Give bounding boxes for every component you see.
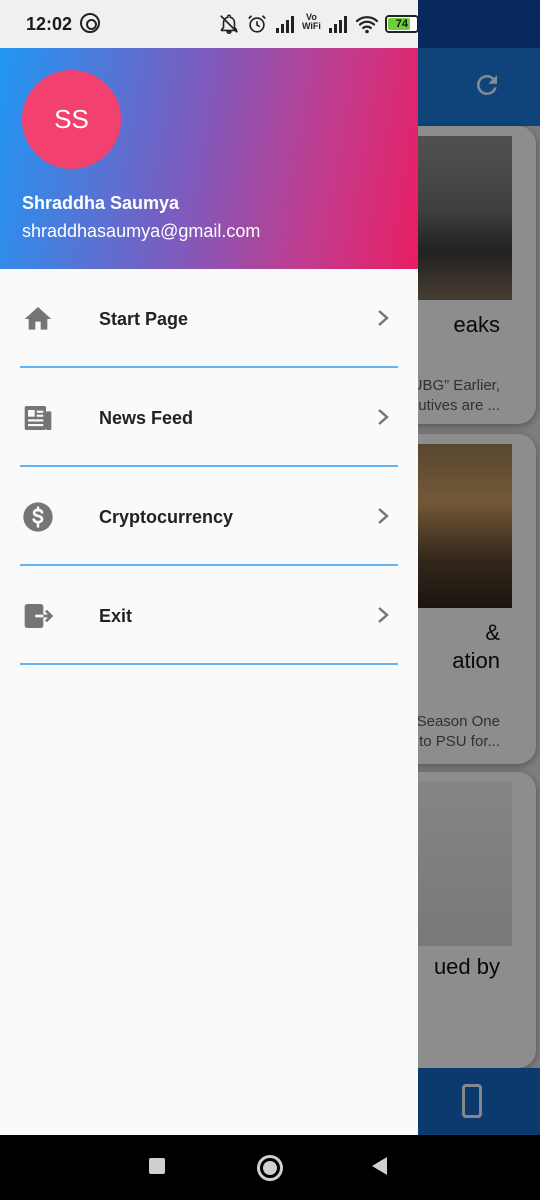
navigation-drawer: 12:02 Vo WiFi 74 SS Shraddha Saumya shra… bbox=[0, 0, 418, 1135]
menu-item-exit[interactable]: Exit bbox=[0, 566, 418, 665]
alarm-icon bbox=[248, 15, 266, 33]
system-nav-bar bbox=[0, 1135, 540, 1200]
drawer-menu: Start Page News Feed Cryptocurrency Exit bbox=[0, 269, 418, 665]
newspaper-icon bbox=[24, 406, 52, 430]
dollar-circle-icon bbox=[23, 502, 53, 532]
vowifi-icon: Vo WiFi bbox=[302, 13, 321, 35]
user-email: shraddhasaumya@gmail.com bbox=[22, 221, 261, 241]
vowifi-label-bottom: WiFi bbox=[302, 21, 321, 31]
home-icon bbox=[24, 307, 52, 330]
status-time: 12:02 bbox=[26, 14, 73, 34]
menu-item-label: Exit bbox=[99, 606, 133, 626]
battery-icon: 74 bbox=[384, 15, 418, 33]
avatar[interactable]: SS bbox=[22, 70, 121, 169]
home-button[interactable] bbox=[257, 1155, 283, 1181]
wifi-icon bbox=[355, 16, 379, 34]
recents-button[interactable] bbox=[149, 1158, 165, 1174]
back-button[interactable] bbox=[372, 1157, 387, 1175]
menu-item-label: Start Page bbox=[99, 309, 189, 329]
battery-level: 74 bbox=[395, 18, 409, 30]
bell-off-icon bbox=[220, 14, 238, 34]
menu-item-news-feed[interactable]: News Feed bbox=[0, 368, 418, 467]
signal-icon bbox=[328, 16, 347, 33]
user-name: Shraddha Saumya bbox=[22, 193, 180, 213]
menu-divider bbox=[20, 663, 398, 665]
chevron-right-icon bbox=[378, 310, 389, 326]
menu-item-start-page[interactable]: Start Page bbox=[0, 269, 418, 368]
menu-item-label: News Feed bbox=[99, 408, 194, 428]
chevron-right-icon bbox=[378, 607, 389, 623]
exit-icon bbox=[24, 604, 54, 628]
menu-item-cryptocurrency[interactable]: Cryptocurrency bbox=[0, 467, 418, 566]
drawer-header: SS Shraddha Saumya shraddhasaumya@gmail.… bbox=[0, 48, 418, 269]
sync-icon bbox=[80, 13, 100, 33]
status-bar: 12:02 Vo WiFi 74 bbox=[0, 0, 418, 48]
status-icons: Vo WiFi 74 bbox=[218, 12, 418, 36]
signal-icon bbox=[276, 16, 294, 33]
menu-item-label: Cryptocurrency bbox=[99, 507, 234, 527]
chevron-right-icon bbox=[378, 409, 389, 425]
chevron-right-icon bbox=[378, 508, 389, 524]
